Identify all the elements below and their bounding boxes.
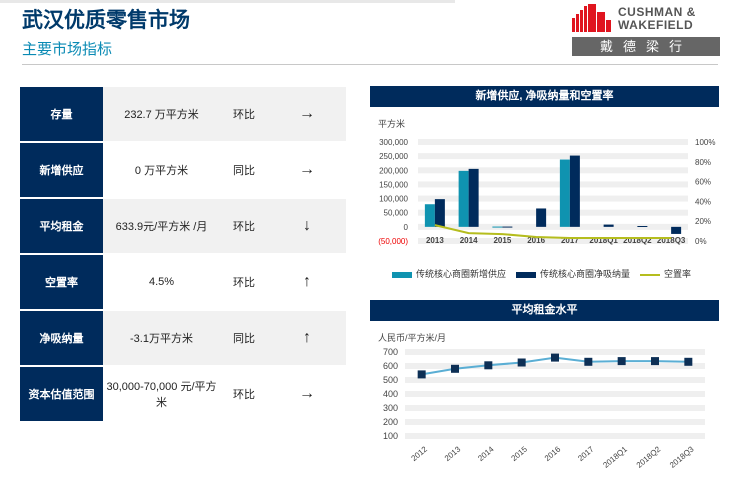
gridline bbox=[405, 391, 705, 397]
gridline bbox=[405, 433, 705, 439]
y-tick-label: 250,000 bbox=[379, 152, 408, 161]
charts-canvas: (50,000) 0 50,000 100,000 150,000 200,000 250,… bbox=[378, 138, 715, 470]
rent-point bbox=[517, 358, 526, 367]
supply-bar bbox=[492, 226, 503, 228]
absorption-bar bbox=[468, 168, 479, 227]
absorption-bar bbox=[671, 226, 682, 234]
y2-tick-label: 80% bbox=[695, 158, 711, 167]
absorption-bar bbox=[637, 226, 648, 228]
rent-point bbox=[451, 364, 459, 373]
x-tick-label: 2014 bbox=[476, 444, 496, 463]
gridline bbox=[405, 419, 705, 425]
y-tick-label: 700 bbox=[383, 347, 398, 357]
rent-point bbox=[684, 357, 693, 366]
x-tick-label: 2018Q2 bbox=[635, 444, 663, 470]
y2-tick-label: 60% bbox=[695, 178, 711, 187]
x-tick-label: 2014 bbox=[460, 236, 478, 245]
y-tick-label: 600 bbox=[383, 361, 398, 371]
y-tick-label: 100 bbox=[383, 431, 398, 441]
x-tick-label: 2018Q3 bbox=[668, 444, 696, 470]
y-tick-label: 500 bbox=[383, 375, 398, 385]
y-tick-label: 300,000 bbox=[379, 138, 408, 147]
y-tick-label: 0 bbox=[404, 223, 409, 232]
rent-point bbox=[584, 357, 593, 366]
rent-point bbox=[417, 370, 426, 379]
supply-bar bbox=[559, 159, 570, 227]
gridline bbox=[418, 167, 688, 174]
absorption-bar bbox=[603, 224, 614, 227]
x-tick-label: 2015 bbox=[510, 444, 530, 463]
rent-point bbox=[617, 357, 626, 366]
gridline bbox=[405, 363, 705, 369]
y-tick-label: (50,000) bbox=[378, 237, 408, 246]
gridline bbox=[418, 181, 688, 188]
x-tick-label: 2018Q1 bbox=[601, 444, 629, 470]
y2-tick-label: 0% bbox=[695, 237, 707, 246]
x-tick-label: 2017 bbox=[576, 444, 596, 463]
y2-tick-label: 20% bbox=[695, 217, 711, 226]
gridline bbox=[418, 209, 688, 216]
y-tick-label: 400 bbox=[383, 389, 398, 399]
supply-bar bbox=[458, 170, 469, 227]
y-tick-label: 50,000 bbox=[384, 209, 409, 218]
y2-tick-label: 40% bbox=[695, 197, 711, 206]
absorption-bar bbox=[502, 226, 513, 228]
x-tick-label: 2016 bbox=[543, 444, 563, 463]
x-tick-label: 2013 bbox=[443, 444, 463, 463]
absorption-bar bbox=[434, 199, 445, 227]
y-tick-label: 200,000 bbox=[379, 166, 408, 175]
x-tick-label: 2013 bbox=[426, 236, 444, 245]
y-tick-label: 200 bbox=[383, 417, 398, 427]
rent-point bbox=[651, 357, 659, 366]
x-tick-label: 2015 bbox=[493, 236, 511, 245]
gridline bbox=[405, 377, 705, 383]
gridline bbox=[418, 223, 688, 230]
y2-tick-label: 100% bbox=[695, 138, 715, 147]
absorption-bar bbox=[536, 208, 547, 227]
absorption-bar bbox=[569, 155, 580, 227]
rent-point bbox=[484, 361, 493, 370]
gridline bbox=[418, 153, 688, 160]
y-tick-label: 150,000 bbox=[379, 180, 408, 189]
gridline bbox=[405, 405, 705, 411]
y-tick-label: 100,000 bbox=[379, 195, 408, 204]
gridline bbox=[418, 139, 688, 145]
y-tick-label: 300 bbox=[383, 403, 398, 413]
gridline bbox=[418, 195, 688, 202]
rent-point bbox=[551, 353, 559, 362]
supply-bar bbox=[424, 204, 435, 227]
x-tick-label: 2012 bbox=[410, 444, 430, 463]
